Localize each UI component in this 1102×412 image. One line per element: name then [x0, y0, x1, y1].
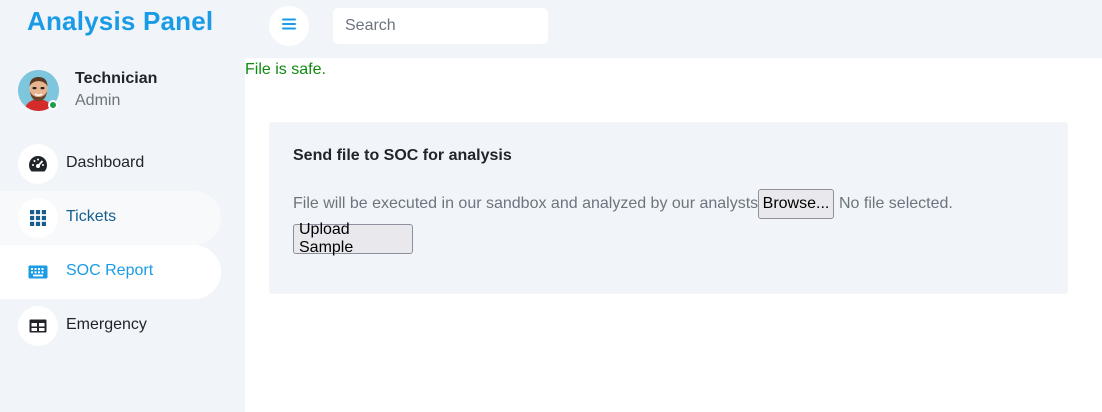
sidebar: Analysis Panel Technician Admin Dashboar… [0, 0, 245, 412]
keyboard-icon [18, 252, 58, 292]
speedometer-icon [18, 144, 58, 184]
hamburger-icon [282, 17, 296, 35]
status-message: File is safe. [245, 61, 326, 78]
sidebar-item-label: Emergency [66, 316, 147, 333]
sidebar-item-soc-report[interactable]: SOC Report [0, 245, 221, 299]
menu-toggle-button[interactable] [269, 6, 309, 46]
search-input[interactable] [333, 8, 548, 44]
table-icon [18, 306, 58, 346]
upload-sample-button[interactable]: Upload Sample [293, 221, 413, 256]
profile-role: Admin [75, 92, 121, 109]
grid-icon [18, 198, 58, 238]
online-status-dot [48, 100, 58, 110]
upload-card: Send file to SOC for analysis File will … [269, 122, 1068, 294]
app-title[interactable]: Analysis Panel [27, 6, 213, 37]
top-bar [245, 0, 1102, 58]
sidebar-item-emergency[interactable]: Emergency [0, 299, 221, 353]
sidebar-item-label: Dashboard [66, 154, 145, 171]
card-description: File will be executed in our sandbox and… [293, 195, 759, 212]
browse-button[interactable]: Browse... [758, 189, 834, 219]
user-profile: Technician Admin [18, 70, 238, 114]
sidebar-item-dashboard[interactable]: Dashboard [0, 137, 221, 191]
no-file-label: No file selected. [839, 195, 953, 212]
sidebar-item-tickets[interactable]: Tickets [0, 191, 221, 245]
sidebar-item-label: Tickets [66, 208, 117, 225]
card-title: Send file to SOC for analysis [293, 147, 512, 164]
profile-name: Technician [75, 70, 158, 87]
sidebar-item-label: SOC Report [66, 262, 154, 279]
